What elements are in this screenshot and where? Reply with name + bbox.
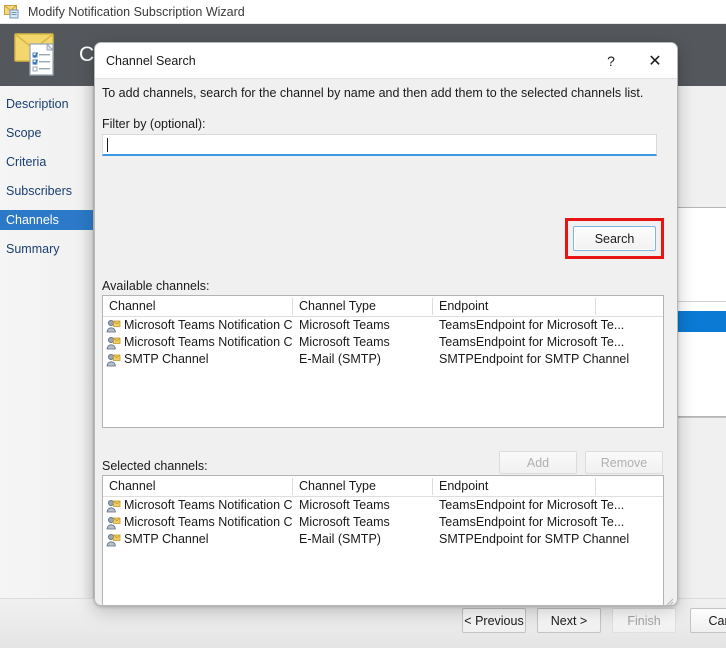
filter-input[interactable] [102, 134, 657, 156]
screen: Modify Notification Subscription Wizard … [0, 0, 726, 648]
wizard-sidebar: Description Scope Criteria Subscribers C… [0, 86, 94, 598]
sidebar-item-subscribers[interactable]: Subscribers [0, 181, 93, 201]
cell-channel-type: Microsoft Teams [299, 498, 390, 512]
dialog-body: To add channels, search for the channel … [95, 79, 677, 605]
text-caret [107, 137, 108, 152]
available-channels-list[interactable]: Channel Channel Type Endpoint Microsoft … [102, 295, 664, 428]
table-row[interactable]: Microsoft Teams Notification Chann... Mi… [103, 514, 663, 531]
cell-endpoint: SMTPEndpoint for SMTP Channel [439, 532, 630, 546]
cell-endpoint: SMTPEndpoint for SMTP Channel [439, 352, 630, 366]
window-titlebar: Modify Notification Subscription Wizard [0, 0, 726, 24]
cell-channel-type: Microsoft Teams [299, 515, 390, 529]
cell-channel: SMTP Channel [124, 532, 209, 546]
channel-search-dialog: Channel Search ? ✕ To add channels, sear… [94, 42, 678, 606]
add-button: Add [499, 451, 577, 474]
table-row[interactable]: Microsoft Teams Notification Chann... Mi… [103, 334, 663, 351]
selected-channels-header: Channel Channel Type Endpoint [103, 476, 663, 497]
column-divider-2[interactable] [432, 298, 433, 315]
cell-channel-type: Microsoft Teams [299, 318, 390, 332]
cell-channel: SMTP Channel [124, 352, 209, 366]
close-icon[interactable]: ✕ [633, 43, 677, 78]
column-header-endpoint[interactable]: Endpoint [433, 296, 488, 316]
next-button[interactable]: Next > [537, 608, 601, 633]
column-divider-1[interactable] [292, 298, 293, 315]
envelope-subscription-icon [4, 4, 21, 19]
previous-button[interactable]: < Previous [462, 608, 526, 633]
available-channels-label: Available channels: [102, 279, 210, 293]
column-header-channel-type[interactable]: Channel Type [293, 296, 376, 316]
envelope-document-icon [14, 32, 66, 78]
cell-channel-type: Microsoft Teams [299, 335, 390, 349]
window-title: Modify Notification Subscription Wizard [28, 4, 245, 19]
column-divider-3[interactable] [595, 478, 596, 495]
wizard-channels-list[interactable] [675, 207, 726, 417]
cell-endpoint: TeamsEndpoint for Microsoft Te... [439, 318, 625, 332]
cell-endpoint: TeamsEndpoint for Microsoft Te... [439, 335, 625, 349]
table-row[interactable]: Microsoft Teams Notification Channel Mic… [103, 497, 663, 514]
wizard-channels-selected-row[interactable] [676, 311, 726, 332]
cell-channel-type: E-Mail (SMTP) [299, 532, 381, 546]
cell-channel: Microsoft Teams Notification Chann... [124, 515, 293, 529]
sidebar-item-channels[interactable]: Channels [0, 210, 93, 230]
wizard-cancel-button[interactable]: Can [690, 608, 726, 633]
available-channels-header: Channel Channel Type Endpoint [103, 296, 663, 317]
search-button-wrap: Search [573, 226, 656, 251]
dialog-titlebar: Channel Search ? ✕ [95, 43, 677, 79]
cell-channel-type: E-Mail (SMTP) [299, 352, 381, 366]
selected-channels-label: Selected channels: [102, 459, 208, 473]
selected-channels-list[interactable]: Channel Channel Type Endpoint Microsoft … [102, 475, 664, 605]
cell-channel: Microsoft Teams Notification Channel [124, 498, 293, 512]
column-header-channel[interactable]: Channel [103, 476, 156, 496]
table-row[interactable]: SMTP Channel E-Mail (SMTP) SMTPEndpoint … [103, 351, 663, 368]
sidebar-item-scope[interactable]: Scope [0, 123, 93, 143]
column-divider-3[interactable] [595, 298, 596, 315]
table-row[interactable]: Microsoft Teams Notification Channel Mic… [103, 317, 663, 334]
cell-channel: Microsoft Teams Notification Channel [124, 318, 293, 332]
table-row[interactable]: SMTP Channel E-Mail (SMTP) SMTPEndpoint … [103, 531, 663, 548]
help-icon[interactable]: ? [589, 43, 633, 78]
filter-label: Filter by (optional): [102, 117, 206, 131]
sidebar-item-description[interactable]: Description [0, 94, 93, 114]
column-header-channel-type[interactable]: Channel Type [293, 476, 376, 496]
dialog-description: To add channels, search for the channel … [102, 86, 644, 100]
list-separator [676, 301, 726, 302]
search-button[interactable]: Search [573, 226, 656, 251]
finish-button: Finish [612, 608, 676, 633]
resize-grip-icon[interactable] [664, 593, 674, 605]
column-divider-2[interactable] [432, 478, 433, 495]
wizard-section-divider [673, 417, 726, 418]
column-header-channel[interactable]: Channel [103, 296, 156, 316]
dialog-title: Channel Search [106, 53, 196, 68]
sidebar-item-summary[interactable]: Summary [0, 239, 93, 259]
cell-endpoint: TeamsEndpoint for Microsoft Te... [439, 515, 625, 529]
sidebar-item-criteria[interactable]: Criteria [0, 152, 93, 172]
cell-channel: Microsoft Teams Notification Chann... [124, 335, 293, 349]
cell-endpoint: TeamsEndpoint for Microsoft Te... [439, 498, 625, 512]
column-header-endpoint[interactable]: Endpoint [433, 476, 488, 496]
column-divider-1[interactable] [292, 478, 293, 495]
remove-button: Remove [585, 451, 663, 474]
